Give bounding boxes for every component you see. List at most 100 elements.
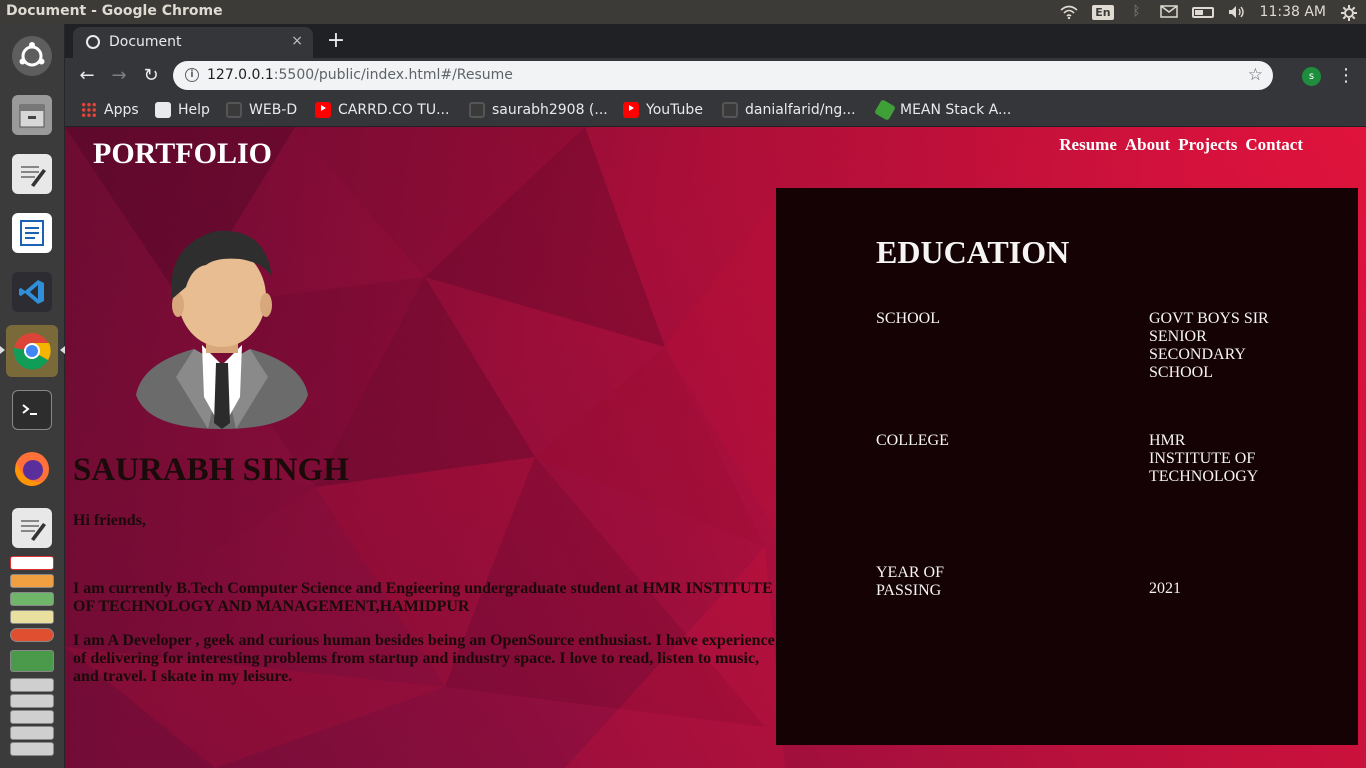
bio-greeting: Hi friends,	[73, 512, 146, 529]
stacked-app-icon	[10, 610, 54, 624]
page-viewport: PORTFOLIO Resume About Projects Contact …	[65, 127, 1366, 768]
back-button[interactable]: ←	[73, 62, 101, 90]
battery-icon[interactable]	[1191, 6, 1214, 18]
bio-section: Hi friends, I am currently B.Tech Comput…	[73, 512, 783, 686]
site-info-icon[interactable]: i	[185, 68, 199, 82]
browser-chrome: Document × + ← → ↻ i 127.0.0.1:5500/publ…	[65, 24, 1366, 127]
stacked-app-icon	[10, 710, 54, 724]
education-value: HMR INSTITUTE OF TECHNOLOGY	[1149, 432, 1259, 485]
stacked-app-icon	[10, 628, 54, 642]
window-title: Document - Google Chrome	[6, 3, 223, 19]
avatar	[136, 227, 308, 429]
globe-icon	[155, 102, 171, 118]
bookmark-label: Apps	[104, 102, 139, 118]
os-top-bar: Document - Google Chrome En ᛒ 11:38 AM	[0, 0, 1366, 24]
bookmarks-bar: Apps Help WEB-D CARRD.CO TU... saurabh29…	[65, 94, 1366, 127]
launcher-google-chrome[interactable]	[6, 325, 58, 377]
wifi-icon[interactable]	[1060, 5, 1078, 20]
portfolio-brand[interactable]: PORTFOLIO	[93, 137, 272, 171]
launcher-libreoffice-writer[interactable]	[6, 207, 58, 259]
education-value: GOVT BOYS SIR SENIOR SECONDARY SCHOOL	[1149, 310, 1269, 381]
person-name: SAURABH SINGH	[73, 452, 349, 488]
firefox-icon	[12, 449, 52, 489]
education-title: EDUCATION	[876, 234, 1070, 270]
stacked-app-icon	[10, 742, 54, 756]
globe-icon	[86, 35, 100, 49]
stacked-app-icon	[10, 592, 54, 606]
launcher-terminal[interactable]	[6, 384, 58, 436]
nav-contact[interactable]: Contact	[1245, 135, 1303, 155]
youtube-icon	[623, 102, 639, 118]
reload-button[interactable]: ↻	[137, 62, 165, 90]
profile-avatar[interactable]: s	[1302, 67, 1321, 86]
stacked-app-icon	[10, 678, 54, 692]
education-key: YEAR OF PASSING	[876, 564, 945, 599]
launcher-vscode[interactable]	[6, 266, 58, 318]
education-value: 2021	[1149, 580, 1181, 597]
bookmark-label: YouTube	[646, 102, 703, 118]
stacked-app-icon	[10, 574, 54, 588]
bookmark-saurabh2908[interactable]: saurabh2908 (...	[469, 101, 608, 119]
bookmark-web-d[interactable]: WEB-D	[226, 101, 297, 119]
running-app-indicator	[0, 346, 5, 354]
bookmark-carrd[interactable]: CARRD.CO TU...	[315, 101, 449, 119]
forward-button[interactable]: →	[105, 62, 133, 90]
github-icon	[469, 102, 485, 118]
youtube-icon	[315, 102, 331, 118]
stacked-app-icon	[10, 694, 54, 708]
url-host: 127.0.0.1	[207, 67, 274, 83]
volume-icon[interactable]	[1228, 5, 1246, 19]
file-cabinet-icon	[12, 95, 52, 135]
ubuntu-logo-icon	[12, 36, 52, 76]
ubuntu-launcher	[0, 24, 65, 768]
bookmark-help[interactable]: Help	[155, 101, 210, 119]
clock[interactable]: 11:38 AM	[1260, 4, 1326, 20]
launcher-text-editor-2[interactable]	[6, 502, 58, 554]
bluetooth-icon[interactable]: ᛒ	[1128, 5, 1146, 19]
bookmark-label: Help	[178, 102, 210, 118]
launcher-ubuntu-dash[interactable]	[6, 30, 58, 82]
education-key: SCHOOL	[876, 310, 941, 327]
bookmark-star-icon[interactable]: ☆	[1248, 65, 1263, 85]
launcher-text-editor[interactable]	[6, 148, 58, 200]
browser-menu-icon[interactable]: ⋮	[1337, 65, 1355, 87]
mail-icon[interactable]	[1159, 5, 1178, 19]
stacked-app-icon	[10, 726, 54, 740]
launcher-firefox[interactable]	[6, 443, 58, 495]
vscode-icon	[12, 272, 52, 312]
chrome-icon	[12, 331, 52, 371]
address-bar[interactable]: i 127.0.0.1:5500/public/index.html#/Resu…	[173, 61, 1273, 90]
browser-toolbar: ← → ↻ i 127.0.0.1:5500/public/index.html…	[65, 58, 1366, 94]
site-nav: Resume About Projects Contact	[1059, 135, 1303, 155]
tab-title: Document	[109, 34, 182, 50]
stacked-app-icon	[10, 650, 54, 672]
text-editor-icon	[12, 508, 52, 548]
bookmark-label: MEAN Stack A...	[900, 102, 1012, 118]
bookmark-youtube[interactable]: YouTube	[623, 101, 703, 119]
keyboard-layout-icon[interactable]: En	[1092, 4, 1114, 20]
tab-document[interactable]: Document ×	[73, 27, 313, 58]
nav-about[interactable]: About	[1125, 135, 1170, 155]
bookmark-apps[interactable]: Apps	[81, 101, 139, 119]
launcher-files[interactable]	[6, 89, 58, 141]
bookmark-mean-stack[interactable]: MEAN Stack A...	[874, 99, 1012, 121]
bookmark-label: CARRD.CO TU...	[338, 102, 450, 118]
terminal-icon	[12, 390, 52, 430]
bookmark-label: WEB-D	[249, 102, 298, 118]
tab-strip: Document × +	[65, 24, 1366, 58]
close-tab-icon[interactable]: ×	[291, 33, 303, 49]
new-tab-button[interactable]: +	[323, 29, 349, 55]
bookmark-label: saurabh2908 (...	[492, 102, 608, 118]
nav-projects[interactable]: Projects	[1178, 135, 1237, 155]
education-key: COLLEGE	[876, 432, 949, 449]
text-editor-icon	[12, 154, 52, 194]
bookmark-danialfarid[interactable]: danialfarid/ng...	[722, 101, 856, 119]
github-icon	[722, 102, 738, 118]
nav-resume[interactable]: Resume	[1059, 135, 1117, 155]
stacked-app-icon	[10, 556, 54, 570]
power-gear-icon[interactable]	[1340, 5, 1358, 21]
url-path: :5500/public/index.html#/Resume	[273, 67, 513, 83]
url-text: 127.0.0.1:5500/public/index.html#/Resume	[207, 67, 513, 83]
education-panel: EDUCATION SCHOOL GOVT BOYS SIR SENIOR SE…	[776, 188, 1358, 745]
bookmark-label: danialfarid/ng...	[745, 102, 856, 118]
